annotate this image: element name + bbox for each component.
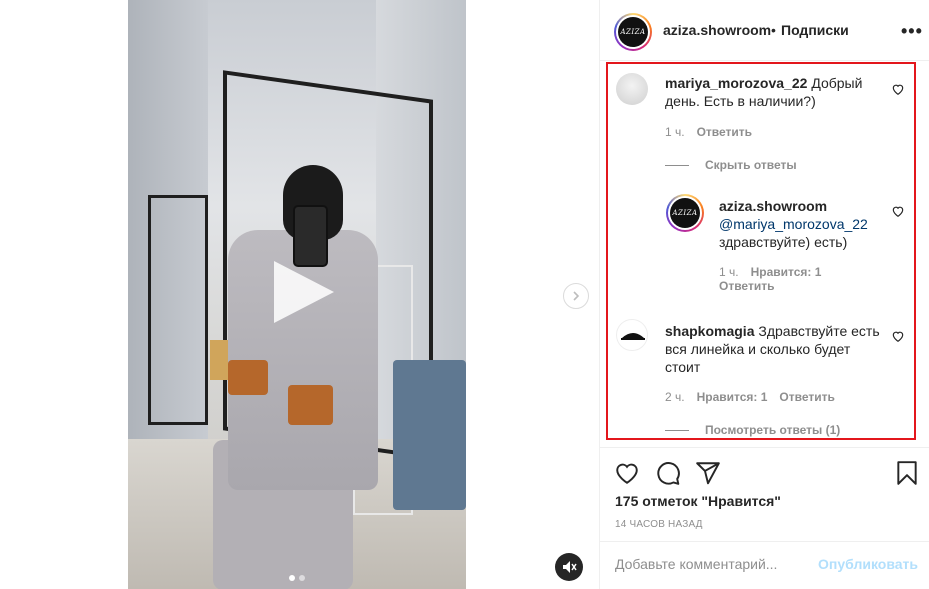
comment-username[interactable]: aziza.showroom <box>719 197 879 215</box>
comment-time: 2 ч. <box>665 390 685 404</box>
carousel-dot <box>299 575 305 581</box>
comment-body: aziza.showroom @mariya_morozova_22 здрав… <box>719 197 879 251</box>
thread-dash <box>665 164 689 166</box>
comment-username[interactable]: shapkomagia <box>665 323 754 339</box>
avatar[interactable] <box>616 319 648 351</box>
media-area <box>0 0 599 589</box>
likes-count[interactable]: Нравится: 1 <box>751 265 822 279</box>
comments-list[interactable]: mariya_morozova_22 Добрый день. Есть в н… <box>600 61 929 447</box>
heart-icon[interactable] <box>891 204 905 218</box>
reply-button[interactable]: Ответить <box>719 279 774 293</box>
publish-button[interactable]: Опубликовать <box>818 556 918 572</box>
avatar[interactable]: AZIZA <box>666 194 704 232</box>
carousel-dot-active <box>289 575 295 581</box>
reply-button[interactable]: Ответить <box>779 390 834 404</box>
comment-body: mariya_morozova_22 Добрый день. Есть в н… <box>665 74 880 110</box>
comment-meta: Ответить <box>719 279 774 293</box>
comment-body: shapkomagia Здравствуйте есть вся линейк… <box>665 322 880 376</box>
likes-count[interactable]: Нравится: 1 <box>697 390 768 404</box>
comment-text: здравствуйте) есть) <box>719 234 848 250</box>
follow-status-button[interactable]: Подписки <box>781 22 849 38</box>
post-actions: 175 отметок "Нравится" 14 ЧАСОВ НАЗАД Оп… <box>600 447 929 589</box>
heart-icon[interactable] <box>614 460 640 486</box>
video-scene-rack <box>148 195 208 425</box>
comment-meta: 2 ч. Нравится: 1 Ответить <box>665 390 835 404</box>
heart-icon[interactable] <box>891 82 905 96</box>
post-panel: AZIZA aziza.showroom • Подписки ••• mari… <box>599 0 929 589</box>
comment-mention[interactable]: @mariya_morozova_22 <box>719 216 868 232</box>
view-replies-button[interactable]: Посмотреть ответы (1) <box>665 423 840 437</box>
play-icon[interactable] <box>268 257 338 327</box>
reply-button[interactable]: Ответить <box>697 125 752 139</box>
likes-count[interactable]: 175 отметок "Нравится" <box>615 493 781 509</box>
post-timestamp[interactable]: 14 ЧАСОВ НАЗАД <box>615 519 703 530</box>
comment-username[interactable]: mariya_morozova_22 <box>665 75 807 91</box>
bookmark-icon[interactable] <box>894 460 920 486</box>
thread-toggle-label: Посмотреть ответы (1) <box>705 423 841 437</box>
add-comment-bar: Опубликовать <box>600 541 929 589</box>
thread-toggle-label: Скрыть ответы <box>705 158 797 172</box>
chevron-right-icon[interactable] <box>563 283 589 309</box>
heart-icon[interactable] <box>891 329 905 343</box>
avatar[interactable]: AZIZA <box>614 13 652 51</box>
share-icon[interactable] <box>695 460 721 486</box>
video-scene-accent <box>288 385 333 425</box>
more-horizontal-icon[interactable]: ••• <box>901 22 923 40</box>
comment-time: 1 ч. <box>719 265 739 279</box>
video-scene-bench <box>393 360 466 510</box>
comment-icon[interactable] <box>655 460 681 486</box>
mute-icon[interactable] <box>555 553 583 581</box>
hide-replies-button[interactable]: Скрыть ответы <box>665 158 797 172</box>
thread-dash <box>665 429 689 431</box>
comment-meta: 1 ч. Нравится: 1 <box>719 265 821 279</box>
post-header: AZIZA aziza.showroom • Подписки ••• <box>600 0 929 61</box>
video-scene-accent <box>228 360 268 395</box>
comment-input[interactable] <box>615 556 815 572</box>
header-separator: • <box>771 22 776 38</box>
comment-time: 1 ч. <box>665 125 685 139</box>
carousel-dots <box>289 575 305 581</box>
header-username[interactable]: aziza.showroom <box>663 22 771 38</box>
avatar[interactable] <box>616 73 648 105</box>
comment-meta: 1 ч. Ответить <box>665 125 752 139</box>
